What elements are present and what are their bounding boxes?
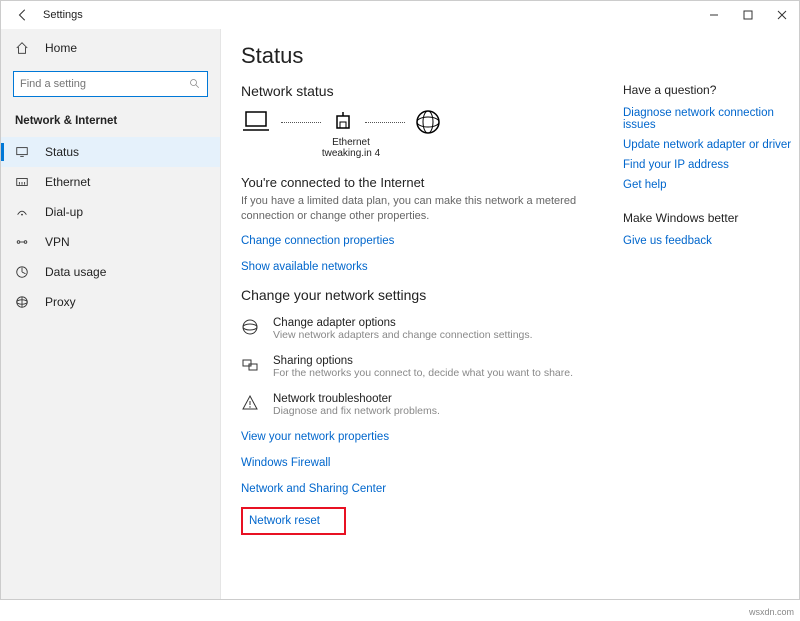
warning-icon bbox=[241, 393, 261, 417]
change-connection-props-link[interactable]: Change connection properties bbox=[241, 235, 593, 247]
router-icon bbox=[331, 110, 355, 134]
ethernet-icon bbox=[15, 175, 33, 189]
attribution: wsxdn.com bbox=[749, 607, 794, 617]
sidebar-item-label: Dial-up bbox=[45, 205, 83, 219]
help-link[interactable]: Get help bbox=[623, 179, 799, 191]
option-desc: Diagnose and fix network problems. bbox=[273, 405, 440, 417]
network-reset-highlight: Network reset bbox=[241, 507, 346, 535]
status-icon bbox=[15, 145, 33, 159]
sidebar-category: Network & Internet bbox=[1, 107, 220, 137]
view-network-props-link[interactable]: View your network properties bbox=[241, 431, 593, 443]
sidebar-item-vpn[interactable]: VPN bbox=[1, 227, 220, 257]
minimize-button[interactable] bbox=[697, 1, 731, 29]
aside: Have a question? Diagnose network connec… bbox=[623, 43, 799, 579]
sidebar: Home Network & Internet Status Ethernet … bbox=[1, 29, 221, 599]
sidebar-item-label: Proxy bbox=[45, 295, 76, 309]
sidebar-item-datausage[interactable]: Data usage bbox=[1, 257, 220, 287]
connected-heading: You're connected to the Internet bbox=[241, 175, 593, 190]
change-settings-heading: Change your network settings bbox=[241, 287, 593, 303]
adapter-icon bbox=[241, 317, 261, 341]
network-reset-link[interactable]: Network reset bbox=[249, 515, 320, 527]
help-link[interactable]: Update network adapter or driver bbox=[623, 139, 799, 151]
option-title: Change adapter options bbox=[273, 317, 533, 329]
show-available-networks-link[interactable]: Show available networks bbox=[241, 261, 593, 273]
laptop-icon bbox=[241, 110, 271, 134]
option-title: Sharing options bbox=[273, 355, 573, 367]
sidebar-item-label: Data usage bbox=[45, 265, 106, 279]
dialup-icon bbox=[15, 205, 33, 219]
window-title: Settings bbox=[43, 9, 83, 21]
network-troubleshooter[interactable]: Network troubleshooter Diagnose and fix … bbox=[241, 393, 593, 417]
sidebar-item-label: VPN bbox=[45, 235, 70, 249]
sidebar-item-ethernet[interactable]: Ethernet bbox=[1, 167, 220, 197]
search-field[interactable] bbox=[20, 78, 180, 90]
search-input[interactable] bbox=[13, 71, 208, 97]
network-status-heading: Network status bbox=[241, 83, 593, 99]
close-button[interactable] bbox=[765, 1, 799, 29]
change-adapter-options[interactable]: Change adapter options View network adap… bbox=[241, 317, 593, 341]
feedback-link[interactable]: Give us feedback bbox=[623, 235, 799, 247]
maximize-button[interactable] bbox=[731, 1, 765, 29]
datausage-icon bbox=[15, 265, 33, 279]
network-sharing-center-link[interactable]: Network and Sharing Center bbox=[241, 483, 593, 495]
network-diagram bbox=[241, 109, 593, 135]
settings-window: Settings Home Network & Internet Status bbox=[0, 0, 800, 600]
sidebar-item-label: Ethernet bbox=[45, 175, 90, 189]
help-link[interactable]: Diagnose network connection issues bbox=[623, 107, 799, 131]
window-controls bbox=[697, 1, 799, 29]
help-link[interactable]: Find your IP address bbox=[623, 159, 799, 171]
sidebar-item-proxy[interactable]: Proxy bbox=[1, 287, 220, 317]
proxy-icon bbox=[15, 295, 33, 309]
vpn-icon bbox=[15, 235, 33, 249]
option-desc: For the networks you connect to, decide … bbox=[273, 367, 573, 379]
option-desc: View network adapters and change connect… bbox=[273, 329, 533, 341]
better-heading: Make Windows better bbox=[623, 211, 799, 225]
sharing-icon bbox=[241, 355, 261, 379]
sidebar-item-status[interactable]: Status bbox=[1, 137, 220, 167]
windows-firewall-link[interactable]: Windows Firewall bbox=[241, 457, 593, 469]
home-button[interactable]: Home bbox=[1, 35, 220, 61]
sidebar-item-label: Status bbox=[45, 145, 79, 159]
option-title: Network troubleshooter bbox=[273, 393, 440, 405]
search-icon bbox=[189, 78, 201, 90]
connection-subname: tweaking.in 4 bbox=[311, 148, 391, 159]
sharing-options[interactable]: Sharing options For the networks you con… bbox=[241, 355, 593, 379]
question-heading: Have a question? bbox=[623, 83, 799, 97]
sidebar-item-dialup[interactable]: Dial-up bbox=[1, 197, 220, 227]
connection-label: Ethernet tweaking.in 4 bbox=[311, 137, 391, 159]
globe-icon bbox=[415, 109, 441, 135]
home-label: Home bbox=[45, 41, 77, 55]
connection-name: Ethernet bbox=[311, 137, 391, 148]
connection-line bbox=[365, 122, 405, 123]
back-button[interactable] bbox=[11, 8, 35, 22]
page-title: Status bbox=[241, 43, 593, 69]
main-content: Status Network status Ethernet tweaking.… bbox=[221, 29, 799, 599]
titlebar: Settings bbox=[1, 1, 799, 29]
connection-line bbox=[281, 122, 321, 123]
connected-desc: If you have a limited data plan, you can… bbox=[241, 194, 593, 225]
home-icon bbox=[15, 41, 33, 55]
